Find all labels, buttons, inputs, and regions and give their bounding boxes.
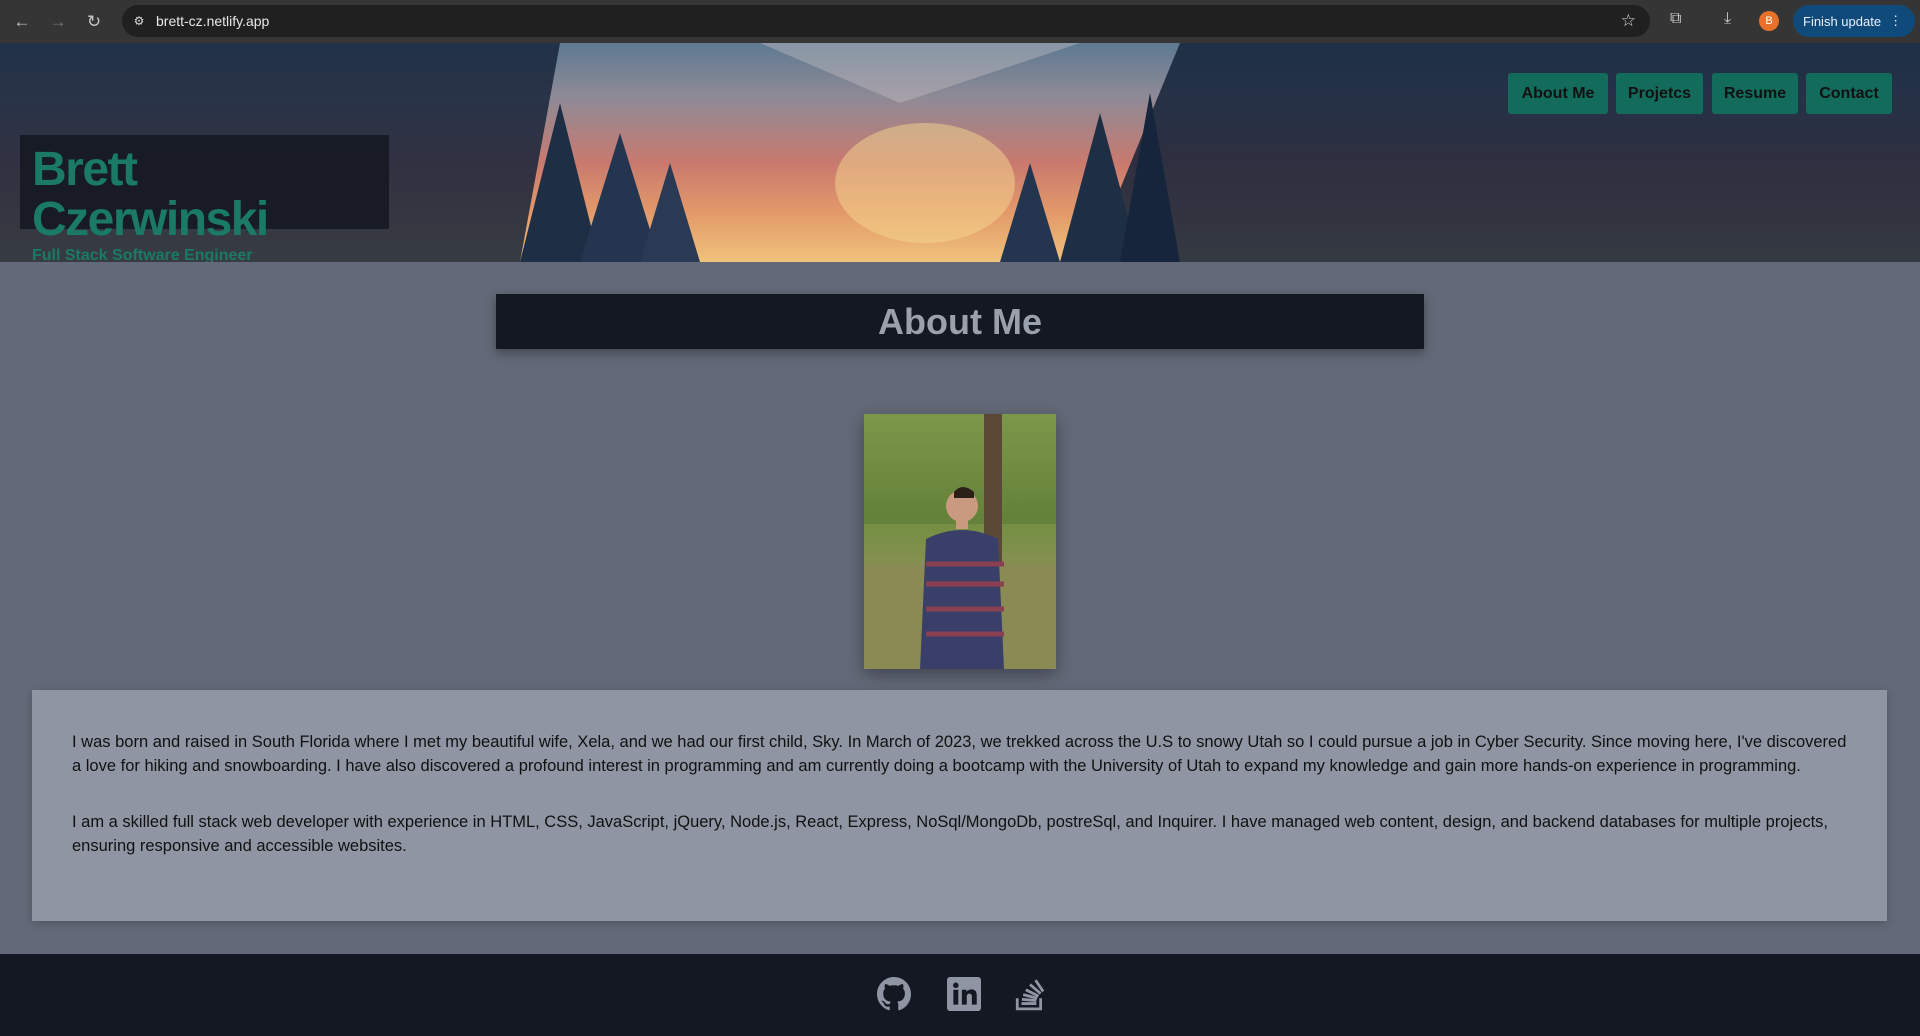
- nav-projects[interactable]: Projetcs: [1616, 73, 1703, 114]
- footer: [0, 954, 1920, 1036]
- nav-resume[interactable]: Resume: [1712, 73, 1798, 114]
- github-icon[interactable]: [877, 977, 911, 1011]
- nav-contact[interactable]: Contact: [1806, 73, 1892, 114]
- extensions-icon[interactable]: ⧉: [1670, 10, 1681, 28]
- section-heading: About Me: [496, 294, 1424, 349]
- url-text[interactable]: brett-cz.netlify.app: [156, 13, 269, 29]
- address-bar[interactable]: ⚙ brett-cz.netlify.app ☆: [122, 5, 1650, 37]
- site-title: Brett Czerwinski: [32, 143, 269, 246]
- reload-icon[interactable]: ↻: [76, 12, 112, 32]
- site-info-icon[interactable]: ⚙: [128, 10, 150, 32]
- finish-update-button[interactable]: Finish update ⋮: [1793, 5, 1915, 37]
- stackoverflow-icon[interactable]: [1013, 977, 1047, 1011]
- nav-about-me[interactable]: About Me: [1508, 73, 1608, 114]
- finish-update-label: Finish update: [1803, 13, 1882, 29]
- back-icon[interactable]: ←: [4, 12, 40, 32]
- site-subtitle: Full Stack Software Engineer: [32, 247, 253, 262]
- download-icon[interactable]: ⤓: [1724, 10, 1731, 28]
- forward-icon[interactable]: →: [40, 12, 76, 32]
- about-paragraph: I was born and raised in South Florida w…: [72, 733, 1847, 775]
- linkedin-icon[interactable]: [947, 977, 981, 1011]
- site-header: Brett Czerwinski Full Stack Software Eng…: [0, 43, 1920, 262]
- brand-box: Brett Czerwinski Full Stack Software Eng…: [20, 135, 389, 262]
- profile-photo: [864, 414, 1056, 669]
- bookmark-star-icon[interactable]: ☆: [1621, 11, 1636, 31]
- browser-toolbar: ← → ↻ ⚙ brett-cz.netlify.app ☆ ⧉ ⤓ B Fin…: [0, 0, 1920, 43]
- menu-icon: ⋮: [1889, 13, 1903, 28]
- about-text-panel: I was born and raised in South Florida w…: [32, 690, 1887, 921]
- profile-avatar[interactable]: B: [1759, 11, 1779, 31]
- skills-paragraph: I am a skilled full stack web developer …: [72, 813, 1829, 855]
